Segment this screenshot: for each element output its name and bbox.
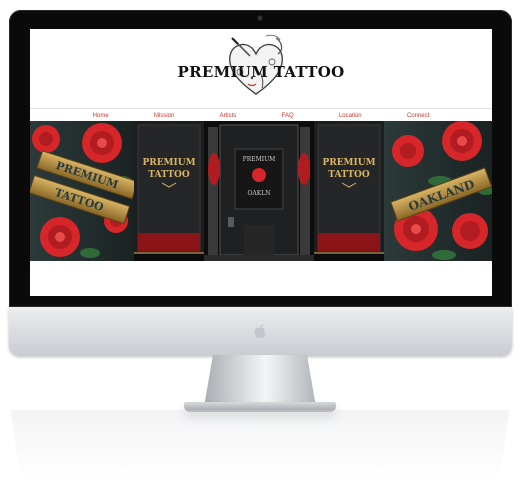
brand-title: PREMIUM TATTOO <box>177 63 345 81</box>
website-screen: PREMIUM TATTOO Home Mission Artists FAQ … <box>30 29 492 296</box>
apple-logo-icon <box>254 324 266 338</box>
nav-artists[interactable]: Artists <box>220 113 237 119</box>
site-header: PREMIUM TATTOO <box>30 29 492 107</box>
floor-reflection <box>10 410 510 480</box>
nav-mission[interactable]: Mission <box>154 113 174 119</box>
nav-connect[interactable]: Connect <box>407 113 429 119</box>
monitor-stand-neck <box>204 355 316 407</box>
main-nav: Home Mission Artists FAQ Location Connec… <box>30 108 492 122</box>
monitor-chin <box>9 307 512 355</box>
nav-location[interactable]: Location <box>339 113 362 119</box>
window-left-line2: TATTOO <box>148 170 190 180</box>
hero-image: PREMIUM TATTOO PREMIUM TATTOO PREMIUM OA… <box>30 121 492 261</box>
door-sign-line2: OAKLN <box>248 190 271 197</box>
monitor-bezel: PREMIUM TATTOO Home Mission Artists FAQ … <box>9 10 512 307</box>
window-right-line1: PREMIUM <box>322 158 375 168</box>
imac-monitor: PREMIUM TATTOO Home Mission Artists FAQ … <box>9 10 512 355</box>
window-left-line1: PREMIUM <box>142 158 195 168</box>
nav-home[interactable]: Home <box>93 113 109 119</box>
camera-icon <box>258 16 262 20</box>
window-right-line2: TATTOO <box>328 170 370 180</box>
door-sign-line1: PREMIUM <box>243 156 276 163</box>
nav-faq[interactable]: FAQ <box>282 113 294 119</box>
storefront-photo: PREMIUM TATTOO PREMIUM TATTOO PREMIUM OA… <box>30 121 492 261</box>
